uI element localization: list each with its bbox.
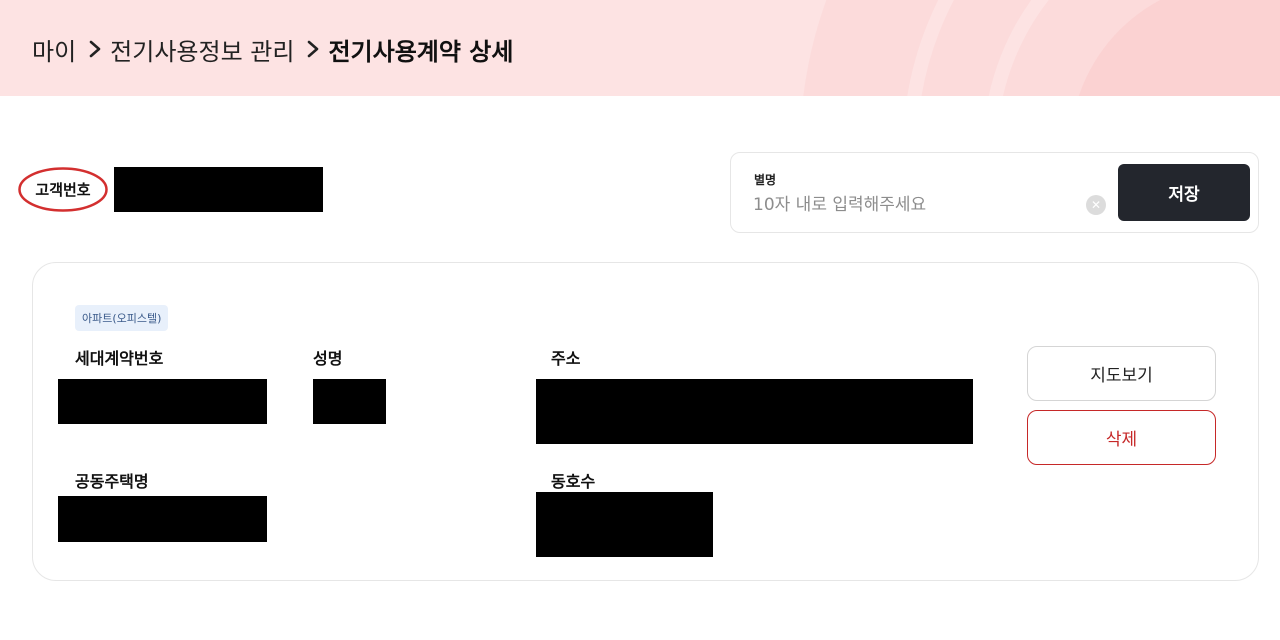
delete-button[interactable]: 삭제 [1027,410,1216,465]
breadcrumb-item-usage-info[interactable]: 전기사용정보 관리 [110,32,294,67]
page-title: 전기사용계약 상세 [328,37,514,66]
close-circle-icon[interactable]: ✕ [1086,195,1106,215]
household-contract-no-redacted [58,379,267,424]
name-redacted [313,379,386,424]
housing-type-badge: 아파트(오피스텔) [75,305,169,331]
chevron-right-icon [88,40,102,58]
complex-name-label: 공동주택명 [75,472,149,491]
page-header: 마이 전기사용정보 관리 전기사용계약 상세 [0,0,1280,96]
customer-number-redacted [114,167,323,212]
unit-no-redacted [536,492,713,557]
alias-label: 별명 [754,173,777,187]
breadcrumb: 마이 전기사용정보 관리 전기사용계약 상세 [32,30,513,68]
breadcrumb-item-my[interactable]: 마이 [32,32,76,67]
alias-input[interactable] [753,191,1083,219]
customer-number-label: 고객번호 [35,181,91,199]
alias-box: 별명 ✕ 저장 [730,152,1259,233]
household-contract-no-label: 세대계약번호 [75,349,164,368]
chevron-right-icon [306,40,320,58]
view-map-button[interactable]: 지도보기 [1027,346,1216,401]
save-button[interactable]: 저장 [1118,164,1250,221]
unit-no-label: 동호수 [551,472,596,491]
address-label: 주소 [551,349,581,368]
name-label: 성명 [313,349,343,368]
customer-number-label-group: 고객번호 [18,167,108,212]
address-redacted [536,379,973,444]
complex-name-redacted [58,496,267,542]
